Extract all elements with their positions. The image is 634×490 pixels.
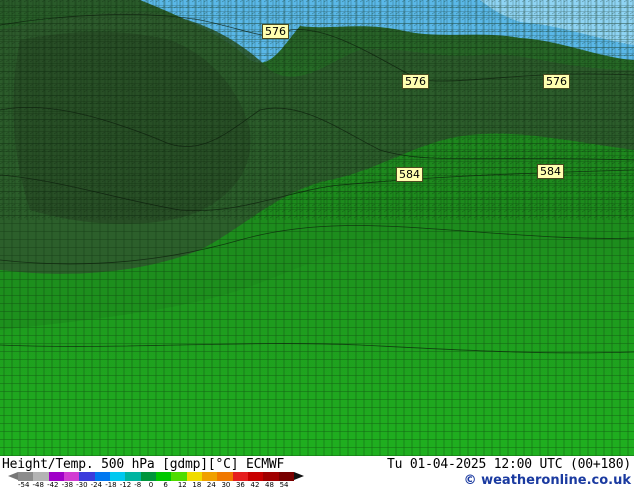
legend-swatch [79, 472, 95, 481]
wind-barbs-north [0, 0, 634, 220]
color-legend: -54 -48 -42 -38 -30 -24 -18 -12 -8 0 6 12 18 24 30 36 42… [8, 472, 304, 490]
legend-tick-label: -18 [105, 481, 117, 489]
legend-tick-label: -38 [61, 481, 74, 489]
map-canvas [0, 0, 634, 456]
legend-swatch [201, 472, 218, 481]
legend-swatch [125, 472, 141, 481]
legend-tick-label: -42 [47, 481, 59, 489]
legend-tick-label: 24 [206, 481, 216, 489]
contour-label-576: 576 [543, 74, 570, 89]
contour-label-584: 584 [396, 167, 423, 182]
legend-tick-label: -48 [32, 481, 44, 489]
credit-link[interactable]: © weatheronline.co.uk [464, 473, 631, 488]
legend-swatch [48, 472, 64, 481]
legend-tick-label: 18 [192, 481, 202, 489]
legend-swatch [171, 472, 187, 481]
legend-arrow-left-icon [8, 472, 18, 480]
legend-tick-label: 42 [250, 481, 260, 489]
legend-tick-label: 30 [221, 481, 231, 489]
contour-label-576: 576 [402, 74, 429, 89]
legend-tick-label: -54 [18, 481, 30, 489]
legend-swatch [186, 472, 202, 481]
legend-swatch [278, 472, 294, 481]
legend-tick-label: 48 [265, 481, 274, 489]
legend-tick-label: -8 [134, 481, 142, 489]
weather-map: 576 576 576 584 584 [0, 0, 634, 456]
map-title: Height/Temp. 500 hPa [gdmp][°C] ECMWF [2, 457, 285, 472]
legend-tick-label: 6 [163, 481, 168, 489]
legend-swatch [109, 472, 126, 481]
legend-tick-label: -30 [76, 481, 88, 489]
footer: Height/Temp. 500 hPa [gdmp][°C] ECMWF Tu… [0, 456, 634, 490]
legend-tick-label: 54 [279, 481, 289, 489]
valid-time: Tu 01-04-2025 12:00 UTC (00+180) [386, 457, 631, 472]
legend-swatch [18, 472, 34, 481]
legend-tick-label: 0 [148, 481, 154, 489]
contour-label-584: 584 [537, 164, 564, 179]
legend-tick-label: 12 [177, 481, 187, 489]
legend-arrow-right-icon [294, 472, 304, 480]
legend-swatch [33, 472, 49, 481]
legend-swatch [140, 472, 156, 481]
legend-swatch [155, 472, 172, 481]
contour-label-576: 576 [262, 24, 289, 39]
legend-tick-label: 36 [235, 481, 245, 489]
legend-swatch [63, 472, 80, 481]
legend-swatch [232, 472, 248, 481]
legend-bar [18, 472, 294, 481]
legend-swatch [247, 472, 264, 481]
legend-swatch [94, 472, 110, 481]
legend-swatch [217, 472, 233, 481]
legend-swatch [263, 472, 279, 481]
legend-tick-label: -24 [90, 481, 103, 489]
legend-ticks: -54 -48 -42 -38 -30 -24 -18 -12 -8 0 6 12 18 24 30 36 42… [18, 481, 294, 490]
legend-tick-label: -12 [119, 481, 132, 489]
